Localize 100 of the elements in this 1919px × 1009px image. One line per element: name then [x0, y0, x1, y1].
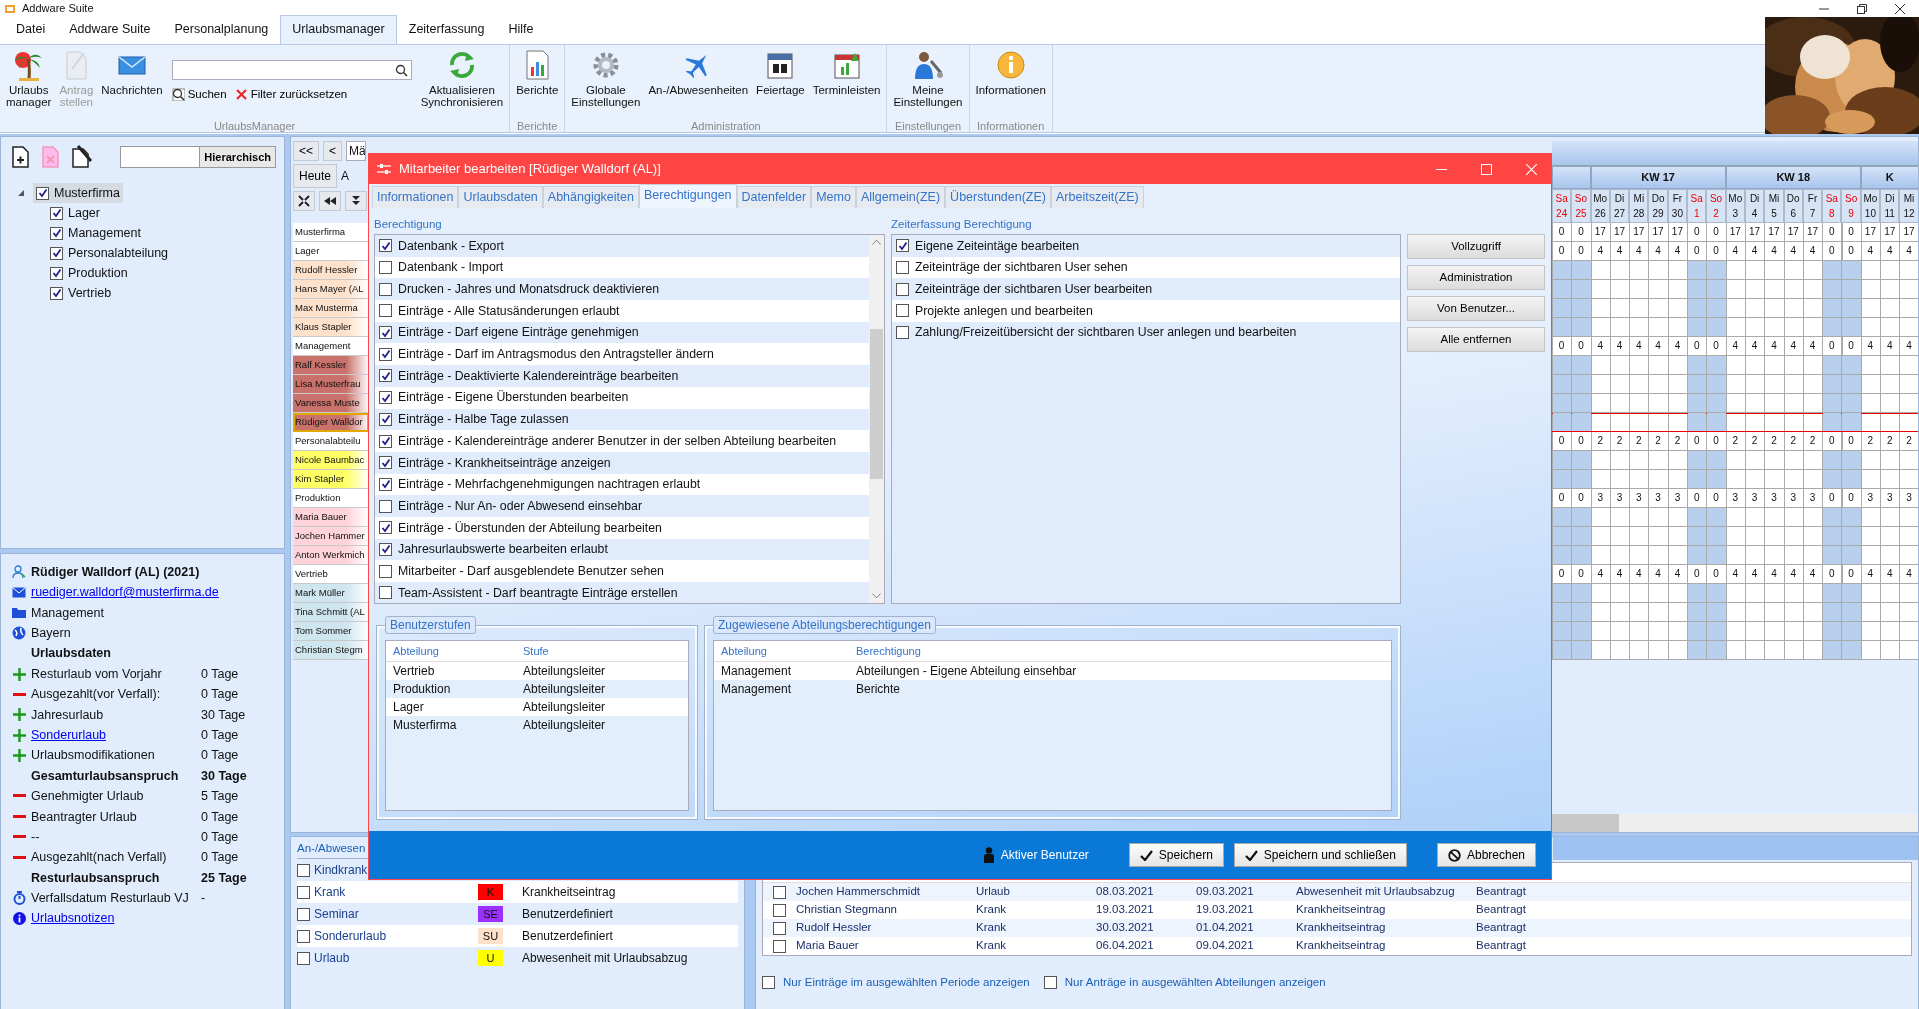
side-button[interactable]: Alle entfernen	[1407, 327, 1545, 352]
tab[interactable]: Abhängigkeiten	[542, 186, 639, 208]
link[interactable]: Urlaubsnotizen	[31, 909, 197, 929]
department-name[interactable]: Vertrieb	[293, 565, 369, 584]
checkbox[interactable]	[50, 226, 63, 240]
tab[interactable]: Datenfelder	[736, 186, 812, 208]
scroll-up-icon[interactable]	[872, 239, 881, 245]
checkbox[interactable]	[379, 477, 392, 491]
rewind-icon[interactable]	[323, 194, 337, 208]
menu-tab[interactable]: Zeiterfassung	[396, 15, 497, 44]
checkbox[interactable]	[896, 282, 909, 296]
employee-name[interactable]: Kim Stapler	[293, 470, 369, 489]
checkbox[interactable]	[379, 499, 392, 513]
ribbon-button[interactable]: An-/Abwesenheiten	[645, 48, 752, 98]
tree-item[interactable]: Lager	[47, 203, 103, 223]
checkbox[interactable]	[896, 326, 909, 340]
department-name[interactable]: Musterfirma	[293, 223, 369, 242]
today-button[interactable]: Heute	[293, 164, 338, 188]
checkbox[interactable]	[379, 304, 392, 318]
checkbox[interactable]	[297, 929, 310, 943]
ribbon-button[interactable]: Globale Einstellungen	[568, 48, 644, 110]
checkbox[interactable]	[379, 282, 392, 296]
employee-name[interactable]: Christian Stegm	[293, 641, 369, 660]
employee-name[interactable]: Hans Mayer (AL	[293, 280, 369, 299]
ribbon-button[interactable]: Berichte	[513, 48, 562, 98]
tab[interactable]: Arbeitszeit(ZE)	[1051, 186, 1144, 208]
checkbox[interactable]	[773, 885, 786, 899]
collapse-icon[interactable]	[297, 194, 311, 208]
checkbox[interactable]	[50, 286, 63, 300]
employee-name[interactable]: Jochen Hammer	[293, 527, 369, 546]
tab[interactable]: Memo	[811, 186, 856, 208]
menu-tab[interactable]: Addware Suite	[57, 15, 163, 44]
side-button[interactable]: Vollzugriff	[1407, 234, 1545, 259]
checkbox[interactable]	[297, 951, 310, 965]
checkbox[interactable]	[379, 261, 392, 275]
employee-name[interactable]: Max Musterma	[293, 299, 369, 318]
tree-item[interactable]: Vertrieb	[47, 283, 115, 303]
employee-name[interactable]: Vanessa Muste	[293, 394, 369, 413]
email-link[interactable]: ruediger.walldorf@musterfirma.de	[31, 583, 219, 602]
column-header[interactable]: Berechtigung	[849, 642, 1149, 660]
search-field[interactable]: Hierarchisch	[120, 145, 276, 169]
tab[interactable]: Allgemein(ZE)	[855, 186, 946, 208]
close-icon[interactable]	[1895, 3, 1905, 14]
checkbox[interactable]	[379, 542, 392, 556]
toolbar-button[interactable]: Filter zurücksetzen	[234, 86, 348, 104]
department-name[interactable]: Produktion	[293, 489, 369, 508]
ribbon-button[interactable]: Feiertage	[753, 48, 808, 98]
employee-name[interactable]: Mark Müller	[293, 584, 369, 603]
checkbox[interactable]	[1043, 976, 1057, 990]
column-header[interactable]: Abteilung	[386, 642, 516, 660]
department-name[interactable]: Lager	[293, 242, 369, 261]
ribbon-button[interactable]: Nachrichten	[98, 48, 166, 98]
employee-name[interactable]: Rudolf Hessler	[293, 261, 369, 280]
toolbar-button[interactable]: Suchen	[171, 86, 227, 104]
dialog-button[interactable]: Speichern und schließen	[1233, 843, 1407, 867]
ribbon-button[interactable]: Meine Einstellungen	[890, 48, 966, 110]
ribbon-button[interactable]: Urlaubs manager	[3, 48, 55, 110]
mode-button[interactable]: Hierarchisch	[199, 146, 275, 168]
checkbox[interactable]	[896, 239, 909, 253]
checkbox[interactable]	[379, 434, 392, 448]
employee-name[interactable]: Lisa Musterfrau	[293, 375, 369, 394]
tab[interactable]: Überstunden(ZE)	[945, 186, 1051, 208]
search-field[interactable]	[171, 60, 412, 80]
checkbox[interactable]	[379, 326, 392, 340]
tab[interactable]: Berechtigungen	[639, 184, 737, 208]
checkbox[interactable]	[379, 347, 392, 361]
tab[interactable]: Urlaubsdaten	[458, 186, 543, 208]
ribbon-button[interactable]: Informationen	[972, 48, 1049, 98]
employee-name[interactable]: Anton Werkmich	[293, 546, 369, 565]
scrollbar-thumb[interactable]	[1552, 814, 1619, 832]
checkbox[interactable]	[297, 885, 310, 899]
maximize-icon[interactable]	[1481, 163, 1492, 175]
checkbox[interactable]	[379, 586, 392, 600]
checkbox[interactable]	[50, 246, 63, 260]
checkbox[interactable]	[379, 564, 392, 578]
ribbon-button[interactable]: Terminleisten	[809, 48, 884, 98]
restore-icon[interactable]	[1857, 3, 1867, 14]
tree-item[interactable]: Personalabteilung	[47, 243, 172, 263]
employee-name[interactable]: Ralf Kessler	[293, 356, 369, 375]
checkbox[interactable]	[773, 921, 786, 935]
employee-name[interactable]: Klaus Stapler	[293, 318, 369, 337]
previous-button[interactable]: <	[323, 141, 343, 161]
checkbox[interactable]	[773, 939, 786, 953]
checkbox[interactable]	[50, 206, 63, 220]
checkbox[interactable]	[379, 369, 392, 383]
tree-item[interactable]: Musterfirma	[33, 183, 123, 203]
first-button[interactable]: <<	[293, 141, 319, 161]
scroll-down-icon[interactable]	[872, 593, 881, 599]
dialog-button[interactable]: Abbrechen	[1436, 843, 1536, 867]
ribbon-button[interactable]: Aktualisieren Synchronisieren	[417, 48, 507, 110]
checkbox[interactable]	[896, 304, 909, 318]
employee-name[interactable]: Rüdiger Walldor	[293, 413, 369, 432]
checkbox[interactable]	[297, 863, 310, 877]
checkbox[interactable]	[379, 412, 392, 426]
side-button[interactable]: Administration	[1407, 265, 1545, 290]
checkbox[interactable]	[297, 907, 310, 921]
dialog-button[interactable]: Speichern	[1128, 843, 1224, 867]
month-field[interactable]: Mä	[346, 141, 367, 161]
panel-tab[interactable]: An-/Abwesen	[297, 840, 366, 860]
column-header[interactable]: Abteilung	[714, 642, 849, 660]
